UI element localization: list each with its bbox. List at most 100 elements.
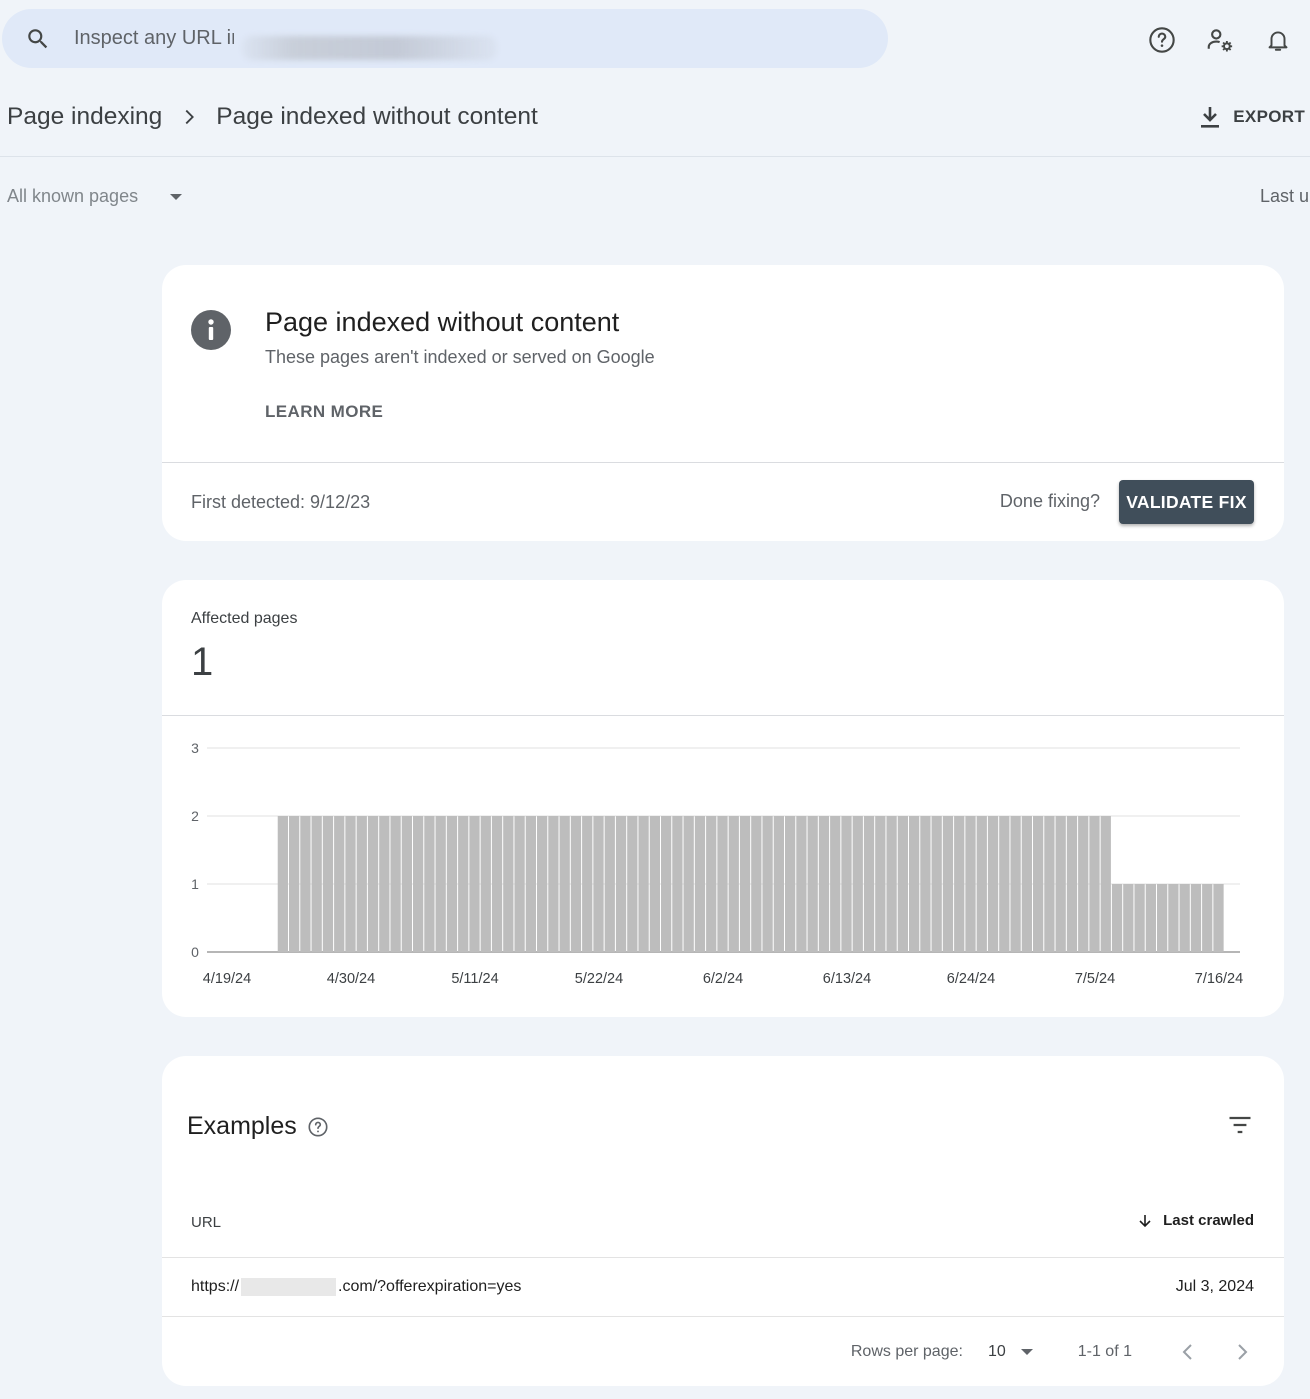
last-updated-text: Last u (1260, 186, 1310, 206)
chart-bar (300, 816, 311, 952)
chart-bar (1202, 884, 1213, 952)
chart-bar (334, 816, 345, 952)
affected-pages-bar-chart: 0 1 2 3 4/19/24 4/30/24 5/11/24 5/22/24 6/2/24 6/… (191, 740, 1243, 987)
chart-bar (379, 816, 390, 952)
examples-title: Examples (187, 1112, 297, 1140)
chart-bar (390, 816, 401, 952)
chart-bar (1033, 816, 1044, 952)
chart-bar (322, 816, 334, 952)
chevron-right-icon (185, 109, 195, 125)
help-icon[interactable] (1146, 24, 1178, 56)
chart-bar (1134, 884, 1145, 952)
pagination: Rows per page: 10 1-1 of 1 (851, 1340, 1254, 1364)
notifications-bell-icon[interactable] (1262, 24, 1294, 56)
chart-bar (728, 816, 739, 952)
chart-bar (356, 816, 367, 952)
chart-bar (1123, 884, 1134, 952)
chart-bar (762, 816, 773, 952)
y-tick-label: 3 (191, 740, 199, 756)
chart-bar (503, 816, 514, 952)
chart-bar (1066, 816, 1078, 952)
search-input[interactable] (74, 23, 234, 53)
validate-fix-button[interactable]: VALIDATE FIX (1119, 480, 1254, 524)
chart-bar (841, 816, 852, 952)
column-header-last-crawled[interactable]: Last crawled (1137, 1212, 1254, 1229)
previous-page-icon[interactable] (1176, 1340, 1200, 1364)
first-detected-text: First detected: 9/12/23 (191, 492, 371, 512)
learn-more-link[interactable]: LEARN MORE (265, 402, 383, 422)
chart-bar (424, 816, 435, 952)
chart-bar (672, 816, 683, 952)
url-inspection-search[interactable] (2, 9, 888, 68)
issue-details-card: Page indexed without content These pages… (162, 265, 1284, 541)
chart-bar (706, 816, 717, 952)
issue-description: These pages aren't indexed or served on … (265, 347, 655, 367)
chart-bar (1078, 816, 1089, 952)
chart-bar (920, 816, 931, 952)
export-label: EXPORT (1233, 107, 1305, 126)
chart-bar (942, 816, 954, 952)
page-range: 1-1 of 1 (1077, 1343, 1132, 1360)
chart-bar (796, 816, 807, 952)
breadcrumb: Page indexing Page indexed without conte… (7, 103, 538, 131)
chart-bar (785, 816, 796, 952)
y-tick-label: 2 (191, 808, 199, 824)
chart-bar (649, 816, 660, 952)
chart-bar (965, 816, 976, 952)
chart-bar (345, 816, 356, 952)
chart-bar (413, 816, 424, 952)
chart-bar (1100, 816, 1111, 952)
y-tick-label: 0 (191, 944, 199, 960)
chart-bar (491, 816, 503, 952)
chart-bar (987, 816, 999, 952)
table-row[interactable]: https:// .com/?offerexpiration=yes Jul 3… (162, 1258, 1284, 1316)
chart-bar (627, 816, 638, 952)
chart-bar (852, 816, 863, 952)
chart-bar (751, 816, 762, 952)
pages-filter-dropdown[interactable]: All known pages (7, 186, 184, 207)
info-icon (191, 310, 231, 350)
chart-bar (311, 816, 322, 952)
chart-bar (875, 816, 886, 952)
chart-bar (1021, 816, 1032, 952)
chart-bar (469, 816, 480, 952)
chart-bar (897, 816, 908, 952)
pages-filter-label: All known pages (7, 186, 139, 206)
x-tick-label: 4/30/24 (327, 971, 375, 987)
x-tick-label: 4/19/24 (203, 971, 251, 987)
chart-bar (909, 816, 920, 952)
rows-per-page-value: 10 (987, 1343, 1006, 1360)
rows-per-page-select[interactable]: 10 (988, 1343, 1034, 1361)
chart-bar (435, 816, 446, 952)
dropdown-arrow-icon (170, 193, 183, 200)
x-tick-label: 5/22/24 (575, 971, 623, 987)
user-settings-icon[interactable] (1204, 24, 1236, 56)
url-cell: https:// .com/?offerexpiration=yes (191, 1278, 521, 1296)
chart-bar (954, 816, 965, 952)
chart-bar (446, 816, 458, 952)
chart-bar (1213, 884, 1224, 952)
filter-list-icon[interactable] (1226, 1111, 1254, 1139)
issue-title: Page indexed without content (265, 307, 620, 337)
chart-bar (886, 816, 897, 952)
chart-bar (570, 816, 582, 952)
url-prefix: https:// (191, 1278, 240, 1295)
page-title: Page indexed without content (216, 103, 538, 130)
chart-bar (1044, 816, 1055, 952)
chart-bar (773, 816, 784, 952)
chart-bar (458, 816, 469, 952)
redacted-domain (241, 1278, 337, 1296)
chart-bar (807, 816, 818, 952)
chart-bar (638, 816, 649, 952)
chart-bar (593, 816, 604, 952)
next-page-icon[interactable] (1230, 1340, 1254, 1364)
help-circle-icon[interactable] (307, 1116, 329, 1138)
breadcrumb-page-indexing[interactable]: Page indexing (7, 103, 162, 131)
chart-bar (1157, 884, 1168, 952)
table-row-divider (162, 1316, 1284, 1317)
x-tick-label: 5/11/24 (451, 971, 498, 987)
chart-bar (514, 816, 525, 952)
chart-bar (694, 816, 706, 952)
redacted-property-name (242, 36, 497, 60)
export-button[interactable]: EXPORT (1199, 105, 1305, 129)
